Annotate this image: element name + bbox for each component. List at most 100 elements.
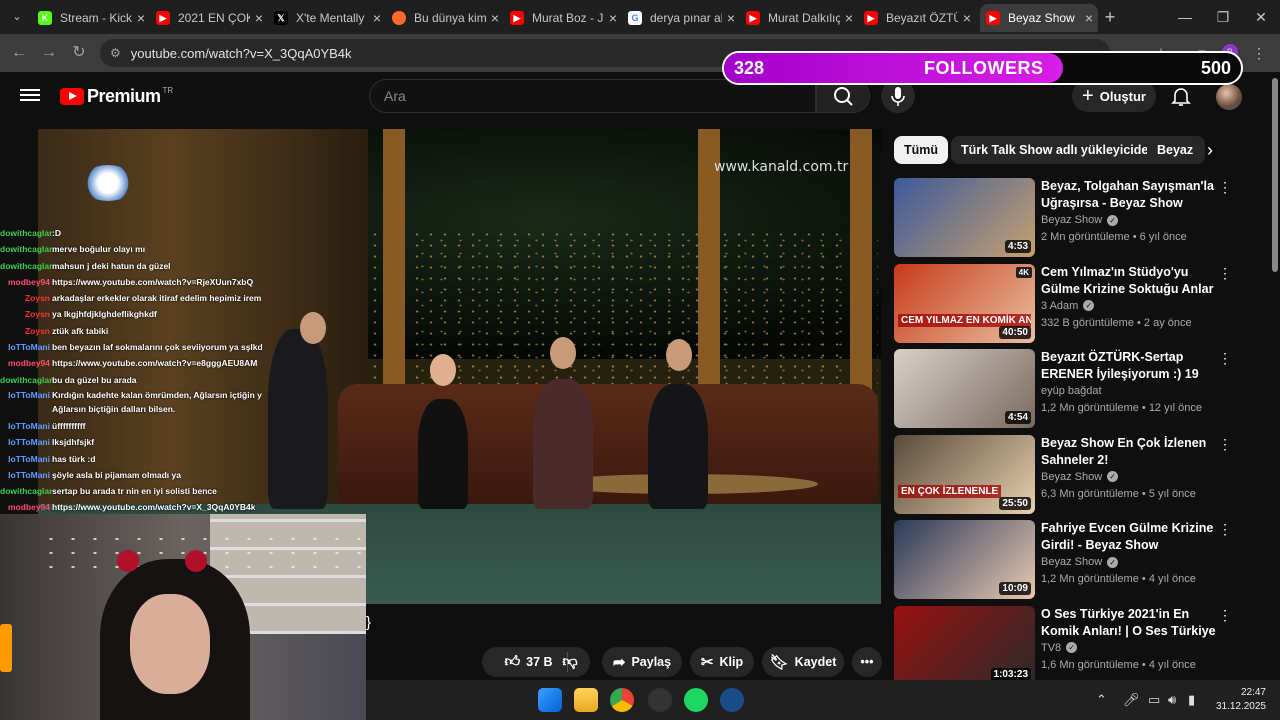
tab-title: Murat Dalkılıç (768, 11, 840, 25)
browser-tab[interactable]: ▶ Beyaz Show × (980, 4, 1098, 32)
video-title[interactable]: Beyazıt ÖZTÜRK-Sertap ERENER İyileşiyoru… (1041, 349, 1216, 383)
video-meta: 332 B görüntüleme • 2 ay önce (1041, 316, 1192, 329)
new-tab-button[interactable]: + (1100, 6, 1120, 28)
forward-button[interactable]: → (38, 42, 60, 64)
recommended-video[interactable]: 4:53 Beyaz, Tolgahan Sayışman'la Uğraşır… (894, 178, 1254, 258)
close-tab-icon[interactable]: × (486, 10, 504, 26)
channel-name-row[interactable]: Beyaz Show ✓ (1041, 556, 1119, 568)
steam-icon[interactable] (720, 688, 744, 712)
tab-title: Beyazıt ÖZTÜRK (886, 11, 958, 25)
video-title[interactable]: Cem Yılmaz'ın Stüdyo'yu Gülme Krizine So… (1041, 264, 1216, 298)
followers-goal-overlay: 328 FOLLOWERS 500 (722, 51, 1243, 85)
video-thumbnail[interactable]: EN ÇOK İZLENENLE 25:50 (894, 434, 1035, 514)
browser-tab[interactable]: ▶ Beyazıt ÖZTÜRK × (858, 4, 976, 32)
recommended-video[interactable]: EN ÇOK İZLENENLE 25:50 Beyaz Show En Çok… (894, 434, 1254, 515)
file-explorer-icon[interactable] (574, 688, 598, 712)
chat-message: dowithcaglar:D (0, 225, 262, 241)
more-options-icon[interactable]: ⋮ (1218, 264, 1232, 282)
channel-name: Beyaz Show (1041, 214, 1103, 226)
taskbar-clock[interactable]: 22:47 31.12.2025 (1210, 686, 1266, 714)
more-options-icon[interactable]: ⋮ (1218, 178, 1232, 196)
description-fragment: } (366, 614, 372, 631)
close-tab-icon[interactable]: × (1080, 10, 1098, 26)
view-count: 1,6 Mn görüntüleme (1041, 658, 1139, 671)
browser-tab[interactable]: ▶ 2021 EN ÇOK İZLENEN × (150, 4, 268, 32)
filter-chip[interactable]: Türk Talk Show adlı yükleyiciden (951, 136, 1166, 164)
verified-check-icon: ✓ (1066, 642, 1078, 653)
close-tab-icon[interactable]: × (840, 10, 858, 26)
maximize-button[interactable]: ❐ (1204, 4, 1242, 30)
chrome-icon[interactable] (610, 688, 634, 712)
clip-button[interactable]: ✂ Klip (690, 647, 754, 677)
recommended-video[interactable]: 4:54 Beyazıt ÖZTÜRK-Sertap ERENER İyileş… (894, 349, 1254, 429)
more-options-icon[interactable]: ⋮ (1218, 606, 1232, 624)
channel-name-row[interactable]: Beyaz Show ✓ (1041, 471, 1119, 483)
windows-start-icon[interactable] (538, 688, 562, 712)
browser-tab[interactable]: G derya pınar ak × (622, 4, 740, 32)
close-tab-icon[interactable]: × (604, 10, 622, 26)
browser-tab[interactable]: Bu dünya kimin × (386, 4, 504, 32)
more-options-icon[interactable]: ⋮ (1218, 349, 1232, 367)
reload-button[interactable]: ↻ (68, 42, 90, 64)
account-avatar[interactable] (1216, 84, 1242, 110)
video-thumbnail[interactable]: CEM YILMAZ EN KOMİK ANL 4K 40:50 (894, 263, 1035, 343)
youtube-premium-logo[interactable]: Premium TR (60, 86, 173, 107)
hamburger-menu-icon[interactable] (20, 86, 40, 106)
video-title[interactable]: Beyaz, Tolgahan Sayışman'la Uğraşırsa - … (1041, 178, 1216, 212)
recommended-video[interactable]: 10:09 Fahriye Evcen Gülme Krizine Girdi!… (894, 520, 1254, 600)
video-host-head (300, 312, 326, 344)
spotify-icon[interactable] (684, 688, 708, 712)
save-button[interactable]: 🔖︎ Kaydet (762, 647, 844, 677)
recommended-video[interactable]: CEM YILMAZ EN KOMİK ANL 4K 40:50 Cem Yıl… (894, 263, 1254, 344)
more-options-icon[interactable]: ⋮ (1218, 435, 1232, 453)
chevron-right-icon[interactable]: › (1200, 140, 1220, 160)
video-meta: 1,6 Mn görüntüleme • 4 yıl önce (1041, 658, 1196, 671)
youtube-icon: ▶ (986, 11, 1000, 25)
more-actions-button[interactable]: ••• (852, 647, 882, 677)
network-icon[interactable]: ▭ (1148, 692, 1160, 708)
browser-tab[interactable]: ▶ Murat Boz - Janti × (504, 4, 622, 32)
video-title[interactable]: Fahriye Evcen Gülme Krizine Girdi! - Bey… (1041, 520, 1216, 554)
browser-tab[interactable]: K Stream - Kick × (32, 4, 150, 32)
close-tab-icon[interactable]: × (722, 10, 740, 26)
browser-tab[interactable]: 𝕏 X'te Mentally × (268, 4, 386, 32)
close-tab-icon[interactable]: × (958, 10, 976, 26)
share-button[interactable]: ➦ Paylaş (602, 647, 682, 677)
chat-text: mahsun j deki hatun da güzel (52, 260, 171, 271)
tray-overflow-icon[interactable]: ⌃ (1096, 692, 1107, 708)
more-options-icon[interactable]: ⋮ (1218, 520, 1232, 538)
video-title[interactable]: Beyaz Show En Çok İzlenen Sahneler 2! (1041, 435, 1216, 469)
channel-name-row[interactable]: TV8 ✓ (1041, 642, 1078, 654)
notifications-bell-icon[interactable] (1169, 84, 1193, 108)
close-tab-icon[interactable]: × (368, 10, 386, 26)
channel-name-row[interactable]: Beyaz Show ✓ (1041, 214, 1119, 226)
video-thumbnail[interactable]: 10:09 (894, 520, 1035, 599)
video-thumbnail[interactable]: 4:54 (894, 349, 1035, 428)
filter-chip[interactable]: Beyaz (1147, 136, 1205, 164)
back-button[interactable]: ← (8, 42, 30, 64)
site-info-icon[interactable]: ⚙ (110, 46, 121, 60)
tab-title: X'te Mentally (296, 11, 365, 25)
video-title[interactable]: O Ses Türkiye 2021'in En Komik Anları! |… (1041, 606, 1216, 640)
battery-icon[interactable]: ▮ (1188, 692, 1195, 708)
channel-name-row[interactable]: eyüp bağdat (1041, 385, 1102, 397)
dislike-button[interactable]: 👎︎ (550, 647, 590, 677)
obs-icon[interactable] (648, 688, 672, 712)
tab-search-dropdown-icon[interactable]: ⌄ (6, 6, 28, 28)
channel-name-row[interactable]: 3 Adam ✓ (1041, 300, 1095, 312)
close-tab-icon[interactable]: × (132, 10, 150, 26)
close-window-button[interactable]: ✕ (1242, 4, 1280, 30)
scrollbar-thumb[interactable] (1272, 78, 1278, 272)
filter-chip[interactable]: Tümü (894, 136, 949, 164)
browser-tab[interactable]: ▶ Murat Dalkılıç × (740, 4, 858, 32)
recommended-video[interactable]: 1:03:23 O Ses Türkiye 2021'in En Komik A… (894, 605, 1254, 686)
minimize-button[interactable]: — (1166, 4, 1204, 30)
video-thumbnail[interactable]: 1:03:23 (894, 605, 1035, 685)
video-thumbnail[interactable]: 4:53 (894, 178, 1035, 257)
menu-kebab-icon[interactable]: ⋮ (1250, 44, 1268, 62)
close-tab-icon[interactable]: × (250, 10, 268, 26)
microphone-tray-icon[interactable]: 🎤︎ (1123, 692, 1140, 708)
volume-icon[interactable]: 🔊︎ (1168, 692, 1176, 708)
page-scrollbar[interactable] (1271, 74, 1279, 680)
chat-username: Zoysn (24, 293, 50, 304)
